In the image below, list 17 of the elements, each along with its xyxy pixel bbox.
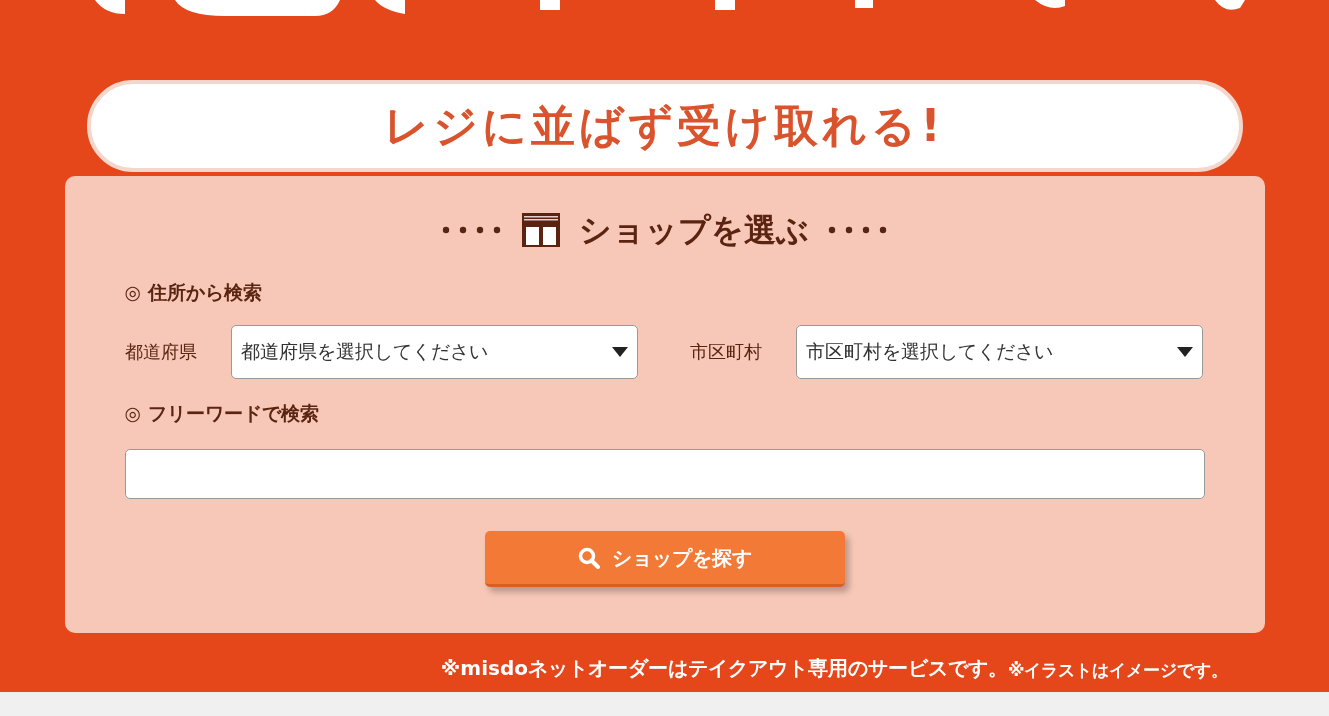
panel-title: ショップを選ぶ xyxy=(578,210,809,251)
note-text: ※misdoネットオーダーはテイクアウト専用のサービスです。 xyxy=(440,655,1008,682)
select-field[interactable]: 都道府県を選択してください xyxy=(230,324,638,379)
caret-icon xyxy=(611,346,628,357)
field-label: 都道府県 xyxy=(124,340,198,364)
banner-text: レジに並ばず受け取れる! xyxy=(384,99,945,153)
shop-icon xyxy=(520,212,561,248)
select-field[interactable]: 市区町村を選択してください xyxy=(795,324,1203,379)
dots-icon xyxy=(440,225,503,235)
input-field[interactable] xyxy=(124,449,1205,499)
section-heading: ◎ 住所から検索 xyxy=(124,280,263,305)
search-icon xyxy=(577,546,600,569)
section-heading: ◎ フリーワードで検索 xyxy=(124,400,320,426)
caret-icon xyxy=(1176,346,1193,357)
note-text: ※イラストはイメージです。 xyxy=(1007,658,1229,682)
field-label: 市区町村 xyxy=(689,340,763,364)
dots-icon xyxy=(826,225,889,235)
